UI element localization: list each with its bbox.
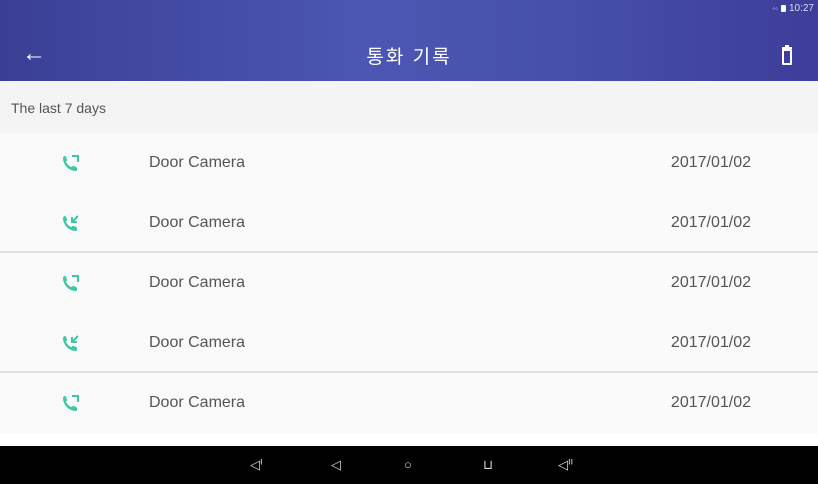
- volume-down-icon[interactable]: ◁ᑊ: [250, 457, 263, 473]
- section-header: The last 7 days: [0, 81, 818, 134]
- call-log-row[interactable]: Door Camera 2017/01/02: [0, 373, 818, 433]
- delete-button[interactable]: [778, 44, 796, 66]
- outgoing-call-icon: [63, 155, 79, 171]
- call-date: 2017/01/02: [670, 274, 751, 291]
- signal-icon: ◦◦: [772, 4, 778, 13]
- system-nav-bar: ◁ᑊ ◁ ○ ⊔ ◁ᑊᑊ: [0, 446, 818, 484]
- call-date: 2017/01/02: [670, 334, 751, 351]
- incoming-call-icon: [63, 335, 79, 351]
- caller-name: Door Camera: [149, 274, 246, 291]
- call-date: 2017/01/02: [670, 154, 751, 171]
- call-log-row[interactable]: Door Camera 2017/01/02: [0, 313, 818, 373]
- status-bar: ◦◦ 10:27: [772, 3, 814, 14]
- outgoing-call-icon: [63, 275, 79, 291]
- back-triangle-icon[interactable]: ◁: [331, 457, 341, 473]
- battery-icon: [780, 5, 786, 12]
- outgoing-call-icon: [63, 395, 79, 411]
- caller-name: Door Camera: [149, 214, 246, 231]
- call-log-row[interactable]: Door Camera 2017/01/02: [0, 253, 818, 313]
- call-log-list: Door Camera 2017/01/02 Door Camera 2017/…: [0, 133, 818, 433]
- section-label: The last 7 days: [11, 100, 106, 116]
- call-date: 2017/01/02: [670, 214, 751, 231]
- call-log-row[interactable]: Door Camera 2017/01/02: [0, 193, 818, 253]
- page-title: 통화 기록: [366, 47, 452, 68]
- trash-icon: [782, 45, 792, 65]
- home-circle-icon[interactable]: ○: [404, 457, 412, 473]
- recents-square-icon[interactable]: ⊔: [483, 457, 493, 473]
- status-time: 10:27: [788, 3, 814, 14]
- volume-up-icon[interactable]: ◁ᑊᑊ: [558, 457, 573, 473]
- call-date: 2017/01/02: [670, 394, 751, 411]
- app-bar: ◦◦ 10:27 ← 통화 기록: [0, 0, 818, 81]
- caller-name: Door Camera: [149, 334, 246, 351]
- incoming-call-icon: [63, 215, 79, 231]
- caller-name: Door Camera: [149, 154, 246, 171]
- caller-name: Door Camera: [149, 394, 246, 411]
- call-log-row[interactable]: Door Camera 2017/01/02: [0, 133, 818, 193]
